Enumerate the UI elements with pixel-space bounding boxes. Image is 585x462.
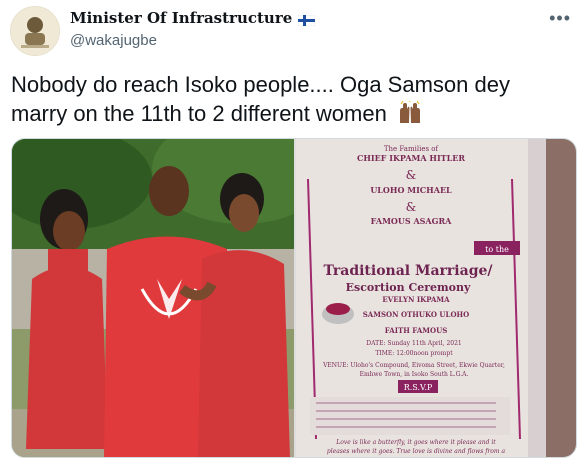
user-handle[interactable]: @wakajugbe [70,32,157,49]
quote-line: Love is like a butterfly, it goes where … [335,439,496,446]
display-name[interactable]: Minister Of Infrastructure [70,9,292,27]
tweet-body: Nobody do reach Isoko people.... Oga Sam… [11,72,510,126]
event-title: Traditional Marriage/ [323,263,493,279]
bride-2: FAITH FAMOUS [385,326,448,335]
quote-line-2: pleases where it goes. True love is divi… [327,448,506,455]
families-header: The Families of [384,145,440,153]
rsvp-label: R.S.V.P [404,383,433,392]
date-line: DATE: Sunday 11th April, 2021 [366,340,461,347]
family-1: CHIEF IKPAMA HITLER [357,153,465,163]
to-the-label: to the [485,245,509,254]
more-options-icon[interactable]: ••• [549,8,571,29]
and-1: & [406,168,417,182]
and-2: & [406,200,417,214]
venue-line: VENUE: Uloho's Compound, Eivoma Street, … [322,362,505,369]
bride-1: EVELYN IKPAMA [382,295,450,304]
invitation-card-photo[interactable]: to the The Families of CHIEF IKPAMA HITL… [296,139,576,457]
tweet-text: Nobody do reach Isoko people.... Oga Sam… [11,70,571,132]
groom: SAMSON OTHUKO ULOHO [363,310,470,319]
family-3: FAMOUS ASAGRA [371,216,452,226]
tweet-media[interactable]: to the The Families of CHIEF IKPAMA HITL… [11,138,577,458]
venue-line-2: Emhwe Town, in Isoko South L.G.A. [360,371,469,378]
event-subtitle: Escortion Ceremony [346,281,471,294]
family-2: ULOHO MICHAEL [370,185,452,195]
couple-photo[interactable] [12,139,332,457]
finland-flag-icon [298,13,316,26]
time-line: TIME: 12:00noon prompt [375,350,453,357]
avatar[interactable] [10,6,60,56]
raising-hands-icon [397,100,423,132]
